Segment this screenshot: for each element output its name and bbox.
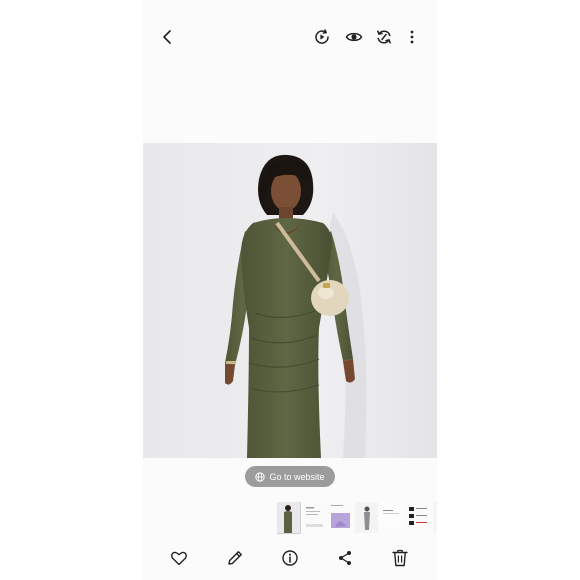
thumbnail-item[interactable] xyxy=(433,502,437,533)
rotate-icon xyxy=(377,30,391,44)
more-vertical-icon xyxy=(410,30,414,44)
thumbnail-image xyxy=(329,502,352,533)
view-button[interactable] xyxy=(341,24,367,50)
globe-icon xyxy=(255,471,266,482)
thumbnail-item[interactable] xyxy=(355,502,378,533)
go-to-website-label: Go to website xyxy=(269,471,325,482)
remaster-play-icon xyxy=(315,29,329,44)
thumbnail-image xyxy=(277,502,300,533)
remaster-button[interactable] xyxy=(309,24,335,50)
back-button[interactable] xyxy=(155,24,181,50)
share-button[interactable] xyxy=(332,545,358,571)
thumbnail-image xyxy=(355,502,378,533)
heart-icon xyxy=(171,551,187,566)
go-to-website-button[interactable]: Go to website xyxy=(245,466,335,487)
thumbnail-item[interactable] xyxy=(303,502,326,533)
thumbnail-strip xyxy=(277,502,437,534)
info-icon xyxy=(282,550,298,566)
chevron-left-icon xyxy=(163,30,171,44)
bottom-toolbar xyxy=(143,545,437,571)
eye-icon xyxy=(345,32,363,42)
pencil-icon xyxy=(228,551,242,565)
top-toolbar xyxy=(143,22,437,52)
thumbnail-image xyxy=(433,502,437,533)
favorite-button[interactable] xyxy=(166,545,192,571)
fashion-photo-image xyxy=(143,143,437,458)
delete-button[interactable] xyxy=(387,545,413,571)
thumbnail-image xyxy=(381,502,404,533)
more-options-button[interactable] xyxy=(399,24,425,50)
share-icon xyxy=(339,551,351,565)
edit-button[interactable] xyxy=(222,545,248,571)
details-button[interactable] xyxy=(277,545,303,571)
thumbnail-item[interactable] xyxy=(407,502,430,533)
thumbnail-image xyxy=(407,502,430,533)
gallery-viewer-screen: Go to website xyxy=(143,0,437,580)
rotate-button[interactable] xyxy=(371,24,397,50)
thumbnail-item[interactable] xyxy=(329,502,352,533)
thumbnail-item[interactable] xyxy=(277,502,301,534)
trash-icon xyxy=(392,549,408,567)
main-photo[interactable] xyxy=(143,143,437,458)
thumbnail-item[interactable] xyxy=(381,502,404,533)
thumbnail-image xyxy=(303,502,326,533)
